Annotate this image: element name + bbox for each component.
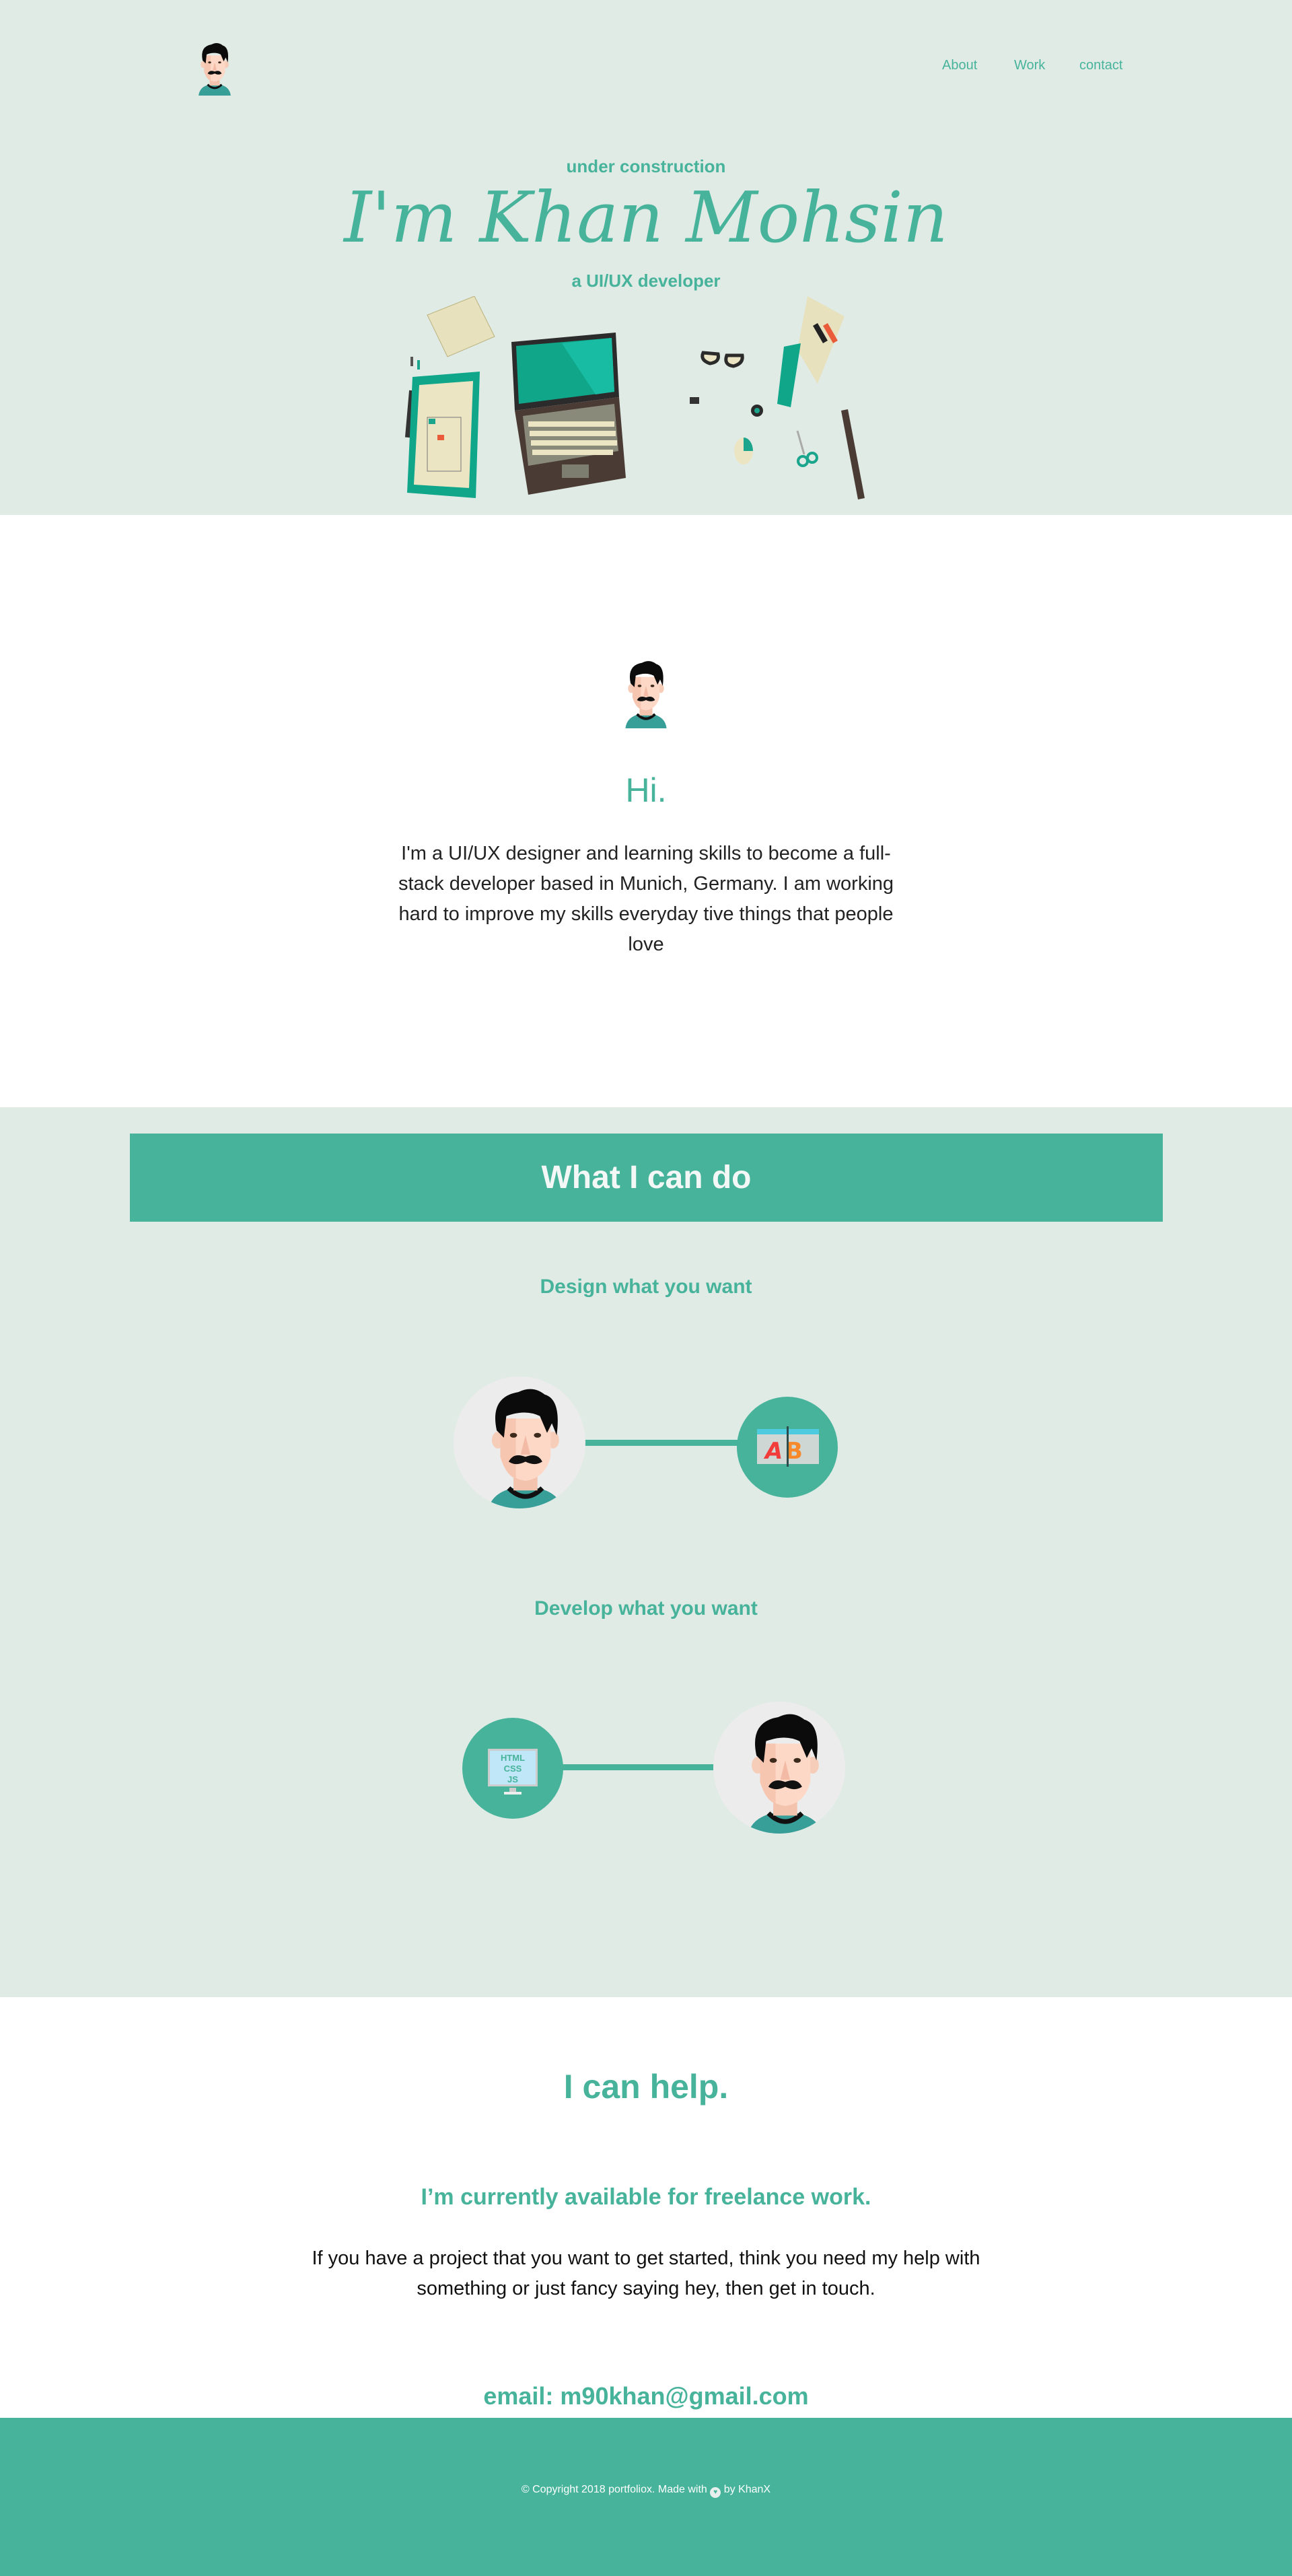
heart-icon: ♥ bbox=[710, 2487, 721, 2498]
hero-subtitle: a UI/UX developer bbox=[571, 271, 721, 291]
code-icon-css: CSS bbox=[503, 1764, 522, 1774]
nav-work[interactable]: Work bbox=[1014, 58, 1045, 73]
svg-text:A: A bbox=[763, 1438, 783, 1465]
develop-heading: Develop what you want bbox=[534, 1597, 758, 1620]
about-avatar bbox=[612, 658, 680, 728]
email-link[interactable]: email: m90khan@gmail.com bbox=[0, 2382, 1292, 2410]
footer: © Copyright 2018 portfoliox. Made with ♥… bbox=[0, 2418, 1292, 2576]
hero-section: About Work contact under construction I'… bbox=[0, 0, 1292, 515]
developer-avatar bbox=[713, 1702, 845, 1834]
nav-about[interactable]: About bbox=[942, 58, 977, 73]
about-text: I'm a UI/UX designer and learning skills… bbox=[398, 843, 894, 955]
about-section: Hi. I'm a UI/UX designer and learning sk… bbox=[0, 515, 1292, 1107]
desk-illustration bbox=[404, 296, 865, 499]
about-heading: Hi. bbox=[625, 771, 667, 809]
copyright: © Copyright 2018 portfoliox. Made with ♥… bbox=[0, 2484, 1292, 2498]
freelance-heading: I’m currently available for freelance wo… bbox=[421, 2184, 871, 2210]
copyright-text: © Copyright 2018 portfoliox. Made with bbox=[521, 2484, 707, 2495]
code-icon-html: HTML bbox=[500, 1753, 526, 1763]
design-tool-icon: AB bbox=[737, 1397, 838, 1498]
designer-avatar bbox=[454, 1377, 585, 1508]
skills-section: What I can do Design what you want AB De… bbox=[0, 1107, 1292, 1997]
skills-banner: What I can do bbox=[130, 1134, 1163, 1222]
connector-line bbox=[559, 1764, 720, 1770]
copyright-author: by KhanX bbox=[723, 2484, 771, 2495]
design-heading: Design what you want bbox=[540, 1276, 752, 1298]
nav-contact[interactable]: contact bbox=[1079, 58, 1122, 73]
contact-section: I can help. I’m currently available for … bbox=[0, 1997, 1292, 2418]
code-monitor-icon: HTML CSS JS bbox=[462, 1718, 563, 1819]
hero-title: I'm Khan Mohsin bbox=[344, 176, 948, 258]
code-icon-js: JS bbox=[507, 1774, 518, 1784]
contact-text: If you have a project that you want to g… bbox=[312, 2248, 980, 2299]
contact-heading: I can help. bbox=[563, 2068, 729, 2105]
connector-line bbox=[579, 1440, 740, 1446]
logo-avatar[interactable] bbox=[188, 40, 241, 96]
hero-kicker: under construction bbox=[566, 156, 726, 176]
